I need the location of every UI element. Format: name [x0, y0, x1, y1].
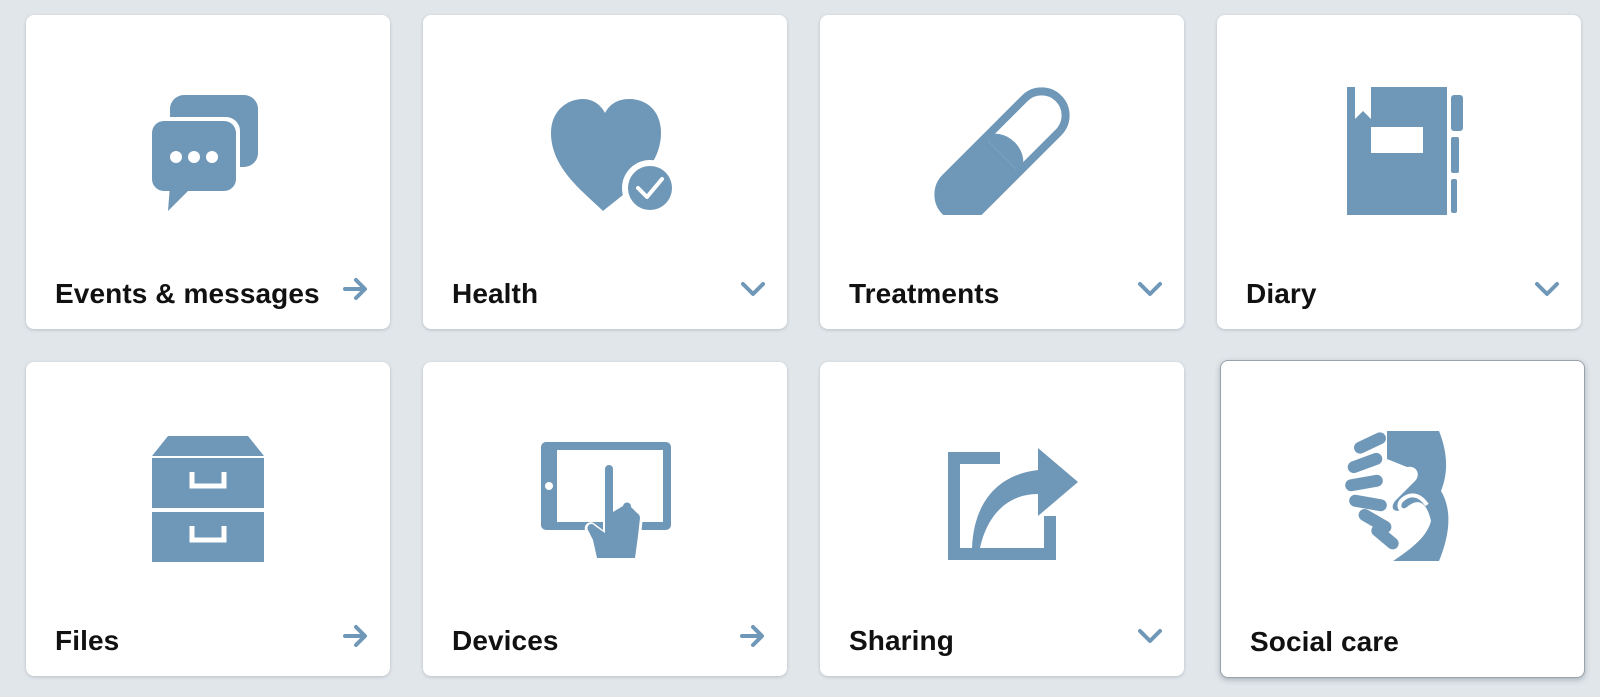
arrow-right-icon	[340, 273, 372, 305]
tile-label: Sharing	[849, 625, 954, 656]
chevron-down-icon[interactable]	[737, 273, 769, 305]
tile-health[interactable]: Health	[423, 15, 787, 329]
tile-label: Events & messages	[55, 278, 320, 309]
chevron-down-icon[interactable]	[1134, 620, 1166, 652]
tile-treatments[interactable]: Treatments	[820, 15, 1184, 329]
pill-capsule-icon	[820, 65, 1184, 215]
arrow-right-icon	[737, 620, 769, 652]
filing-cabinet-icon	[26, 412, 390, 562]
share-arrow-icon	[820, 412, 1184, 562]
tile-label: Social care	[1250, 626, 1399, 657]
chevron-down-icon[interactable]	[1134, 273, 1166, 305]
tile-events-messages[interactable]: Events & messages	[26, 15, 390, 329]
diary-book-icon	[1217, 65, 1581, 215]
tile-label: Diary	[1246, 278, 1317, 309]
tile-label: Devices	[452, 625, 559, 656]
arrow-right-icon	[340, 620, 372, 652]
tile-label: Health	[452, 278, 539, 309]
tile-label: Files	[55, 625, 120, 656]
tile-grid: Events & messages Health Treatments Diar…	[0, 0, 1600, 697]
chevron-down-icon[interactable]	[1531, 273, 1563, 305]
tile-label: Treatments	[849, 278, 1000, 309]
handshake-icon	[1221, 411, 1584, 561]
tile-files[interactable]: Files	[26, 362, 390, 676]
heart-check-icon	[423, 65, 787, 215]
tile-devices[interactable]: Devices	[423, 362, 787, 676]
tile-sharing[interactable]: Sharing	[820, 362, 1184, 676]
tile-diary[interactable]: Diary	[1217, 15, 1581, 329]
tablet-touch-icon	[423, 412, 787, 562]
tile-social-care[interactable]: Social care	[1220, 360, 1585, 678]
chat-bubbles-icon	[26, 65, 390, 215]
